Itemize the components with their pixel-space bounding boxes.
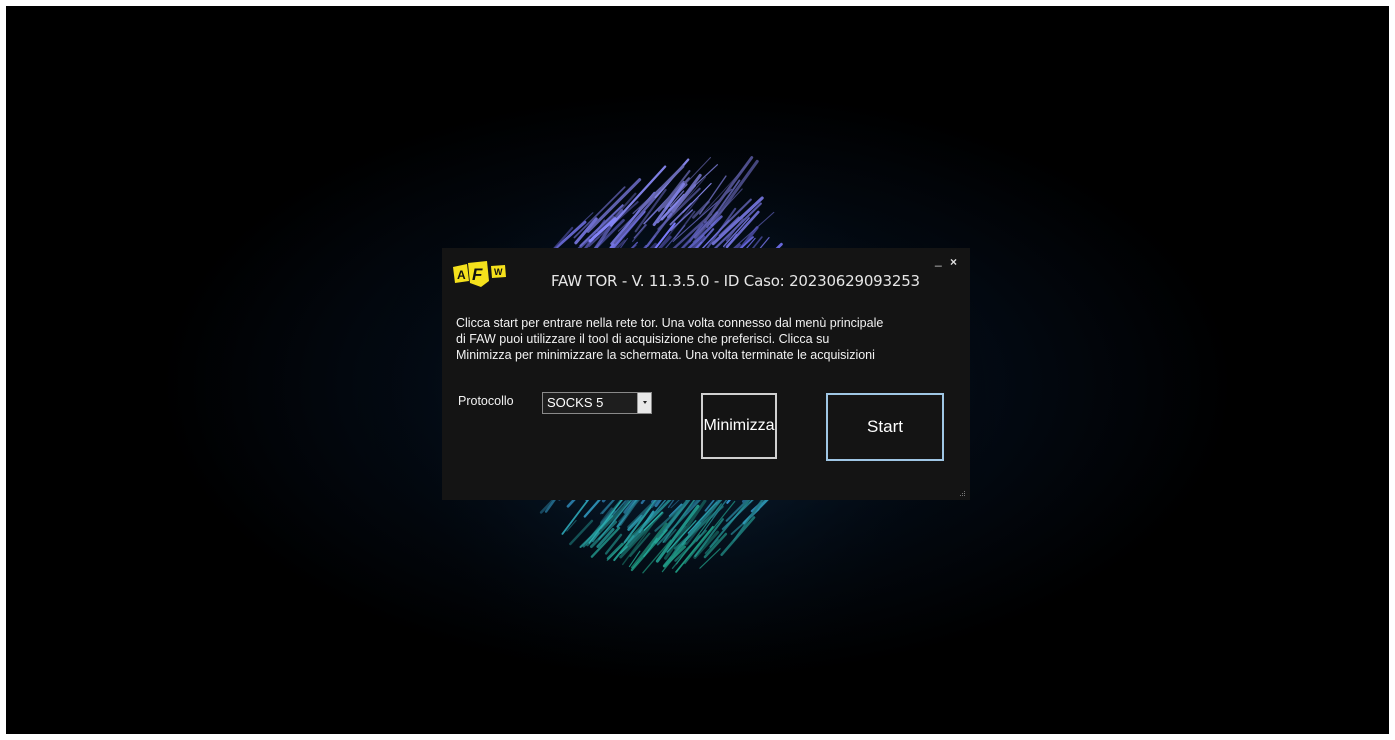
- minimize-window-button[interactable]: _: [935, 254, 942, 266]
- logo-letter-f: F: [472, 265, 483, 284]
- protocol-label: Protocollo: [458, 394, 514, 408]
- faw-logo: A F W: [453, 261, 506, 287]
- protocol-select[interactable]: SOCKS 5: [542, 392, 652, 414]
- instructions-text: Clicca start per entrare nella rete tor.…: [456, 316, 884, 362]
- desktop: A F W FAW TOR - V. 11.3.5.0 - ID Caso: 2…: [6, 6, 1389, 734]
- minimize-button[interactable]: Minimizza: [701, 393, 777, 459]
- faw-tor-dialog: A F W FAW TOR - V. 11.3.5.0 - ID Caso: 2…: [442, 248, 970, 500]
- dropdown-arrow-icon[interactable]: [637, 393, 651, 413]
- logo-letter-w: W: [494, 267, 503, 277]
- start-button[interactable]: Start: [826, 393, 944, 461]
- logo-letter-a: A: [457, 268, 466, 282]
- window-title: FAW TOR - V. 11.3.5.0 - ID Caso: 2023062…: [551, 272, 920, 290]
- protocol-selected-value: SOCKS 5: [547, 395, 604, 410]
- close-window-button[interactable]: ×: [950, 256, 957, 268]
- resize-grip-icon[interactable]: [959, 490, 966, 497]
